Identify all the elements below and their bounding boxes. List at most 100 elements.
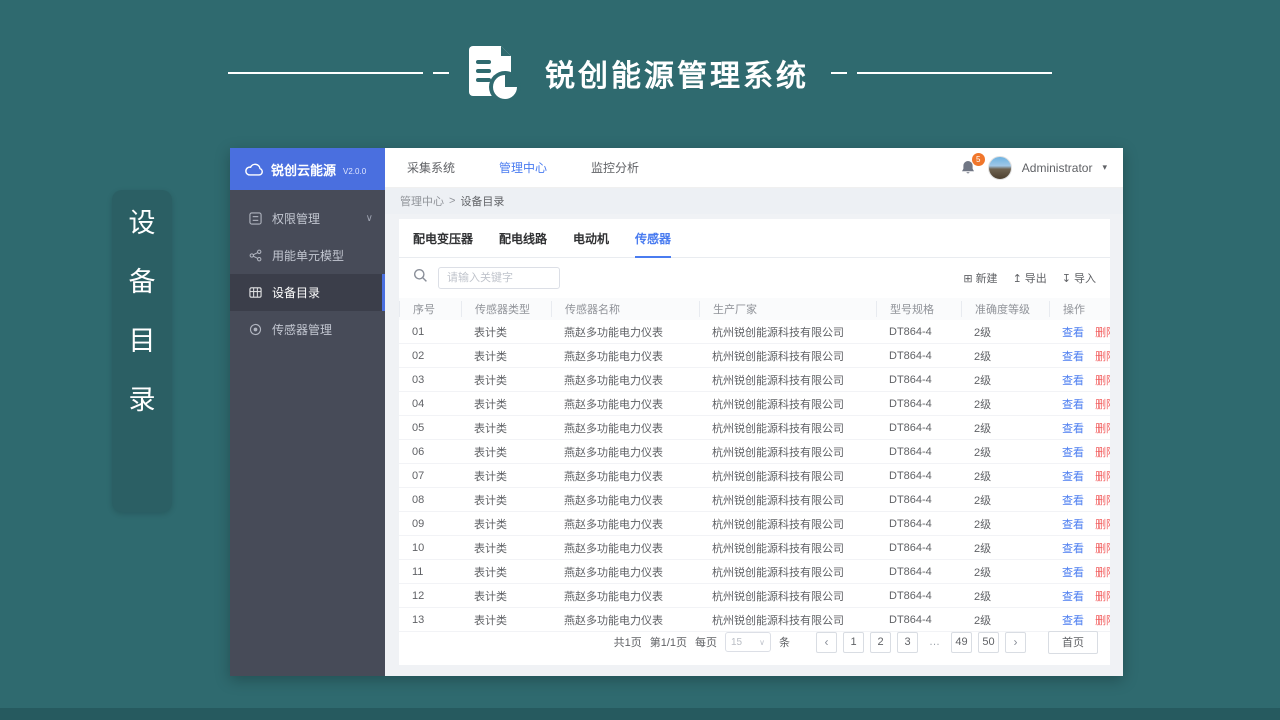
page-number-button[interactable]: 50 bbox=[978, 631, 999, 653]
cell-no: 10 bbox=[412, 541, 425, 554]
sidebar-item-permission[interactable]: 权限管理 ∨ bbox=[230, 200, 385, 237]
col-header-model: 型号规格 bbox=[876, 301, 961, 317]
delete-link[interactable]: 删除 bbox=[1095, 375, 1110, 387]
cell-model: DT864-4 bbox=[889, 349, 932, 362]
page-number-button[interactable]: 3 bbox=[897, 631, 918, 653]
main-area: 采集系统 管理中心 监控分析 5 Administrator ▾ 管理中心 > … bbox=[385, 148, 1123, 676]
delete-link[interactable]: 删除 bbox=[1095, 567, 1110, 579]
delete-link[interactable]: 删除 bbox=[1095, 423, 1110, 435]
cell-type: 表计类 bbox=[474, 422, 507, 435]
tab-distribution-line[interactable]: 配电线路 bbox=[499, 230, 547, 257]
user-name[interactable]: Administrator bbox=[1022, 161, 1093, 175]
cell-maker: 杭州锐创能源科技有限公司 bbox=[712, 542, 844, 555]
view-link[interactable]: 查看 bbox=[1062, 375, 1084, 387]
nav-item-manage-center[interactable]: 管理中心 bbox=[477, 148, 569, 188]
cell-no: 04 bbox=[412, 397, 425, 410]
view-link[interactable]: 查看 bbox=[1062, 327, 1084, 339]
view-link[interactable]: 查看 bbox=[1062, 471, 1084, 483]
cell-maker: 杭州锐创能源科技有限公司 bbox=[712, 446, 844, 459]
total-pages-text: 共1页 bbox=[613, 637, 642, 649]
search-input[interactable] bbox=[438, 267, 560, 289]
view-link[interactable]: 查看 bbox=[1062, 447, 1084, 459]
tag-char: 设 bbox=[128, 208, 156, 238]
view-link[interactable]: 查看 bbox=[1062, 567, 1084, 579]
tab-transformer[interactable]: 配电变压器 bbox=[413, 230, 473, 257]
nav-item-monitor-analysis[interactable]: 监控分析 bbox=[569, 148, 661, 188]
col-header-no: 序号 bbox=[399, 301, 461, 317]
cell-name: 燕赵多功能电力仪表 bbox=[564, 470, 663, 483]
notification-bell-icon[interactable]: 5 bbox=[960, 152, 985, 177]
delete-link[interactable]: 删除 bbox=[1095, 471, 1110, 483]
next-page-button[interactable]: › bbox=[1005, 631, 1026, 653]
prev-page-button[interactable]: ‹ bbox=[816, 631, 837, 653]
cell-no: 02 bbox=[412, 349, 425, 362]
import-button-label: 导入 bbox=[1074, 273, 1096, 285]
cell-actions: 查看 删除 bbox=[1049, 348, 1110, 364]
sidebar-item-sensor-management[interactable]: 传感器管理 bbox=[230, 311, 385, 348]
delete-link[interactable]: 删除 bbox=[1095, 447, 1110, 459]
table-row: 01 表计类 燕赵多功能电力仪表 杭州锐创能源科技有限公司 DT864-4 2级… bbox=[399, 320, 1110, 344]
view-link[interactable]: 查看 bbox=[1062, 351, 1084, 363]
cell-no: 11 bbox=[412, 565, 424, 578]
delete-link[interactable]: 删除 bbox=[1095, 519, 1110, 531]
view-link[interactable]: 查看 bbox=[1062, 423, 1084, 435]
content-card: 配电变压器 配电线路 电动机 传感器 ⊞ 新建 ↥ 导出 bbox=[399, 219, 1110, 665]
col-header-grade: 准确度等级 bbox=[961, 301, 1049, 317]
pager-ellipsis: … bbox=[924, 631, 945, 653]
import-button[interactable]: ↧ 导入 bbox=[1062, 270, 1096, 286]
delete-link[interactable]: 删除 bbox=[1095, 351, 1110, 363]
view-link[interactable]: 查看 bbox=[1062, 399, 1084, 411]
sidebar-item-device-catalog[interactable]: 设备目录 bbox=[230, 274, 385, 311]
delete-link[interactable]: 删除 bbox=[1095, 399, 1110, 411]
cell-type: 表计类 bbox=[474, 566, 507, 579]
cell-maker: 杭州锐创能源科技有限公司 bbox=[712, 374, 844, 387]
page-number-button[interactable]: 2 bbox=[870, 631, 891, 653]
first-page-button[interactable]: 首页 bbox=[1048, 630, 1098, 654]
export-button[interactable]: ↥ 导出 bbox=[1013, 270, 1047, 286]
cell-actions: 查看 删除 bbox=[1049, 372, 1110, 388]
table-row: 07 表计类 燕赵多功能电力仪表 杭州锐创能源科技有限公司 DT864-4 2级… bbox=[399, 464, 1110, 488]
delete-link[interactable]: 删除 bbox=[1095, 543, 1110, 555]
view-link[interactable]: 查看 bbox=[1062, 519, 1084, 531]
cell-actions: 查看 删除 bbox=[1049, 564, 1110, 580]
view-link[interactable]: 查看 bbox=[1062, 543, 1084, 555]
list-icon bbox=[248, 212, 262, 226]
new-button[interactable]: ⊞ 新建 bbox=[963, 270, 997, 286]
cell-model: DT864-4 bbox=[889, 541, 932, 554]
sidebar-item-energy-unit-model[interactable]: 用能单元模型 bbox=[230, 237, 385, 274]
table-row: 05 表计类 燕赵多功能电力仪表 杭州锐创能源科技有限公司 DT864-4 2级… bbox=[399, 416, 1110, 440]
avatar[interactable] bbox=[987, 155, 1012, 180]
cell-actions: 查看 删除 bbox=[1049, 588, 1110, 604]
cell-no: 12 bbox=[412, 589, 425, 602]
view-link[interactable]: 查看 bbox=[1062, 591, 1084, 603]
delete-link[interactable]: 删除 bbox=[1095, 591, 1110, 603]
cell-type: 表计类 bbox=[474, 374, 507, 387]
page-number-button[interactable]: 1 bbox=[843, 631, 864, 653]
user-dropdown-caret-icon[interactable]: ▾ bbox=[1102, 162, 1107, 173]
deco-line-right bbox=[831, 72, 1052, 74]
table-row: 09 表计类 燕赵多功能电力仪表 杭州锐创能源科技有限公司 DT864-4 2级… bbox=[399, 512, 1110, 536]
cell-type: 表计类 bbox=[474, 590, 507, 603]
cell-model: DT864-4 bbox=[889, 589, 932, 602]
sidebar-logo: 锐创云能源 V2.0.0 bbox=[230, 148, 385, 190]
cell-no: 09 bbox=[412, 517, 425, 530]
cell-grade: 2级 bbox=[974, 542, 992, 555]
cell-grade: 2级 bbox=[974, 422, 992, 435]
cell-name: 燕赵多功能电力仪表 bbox=[564, 326, 663, 339]
delete-link[interactable]: 删除 bbox=[1095, 495, 1110, 507]
view-link[interactable]: 查看 bbox=[1062, 495, 1084, 507]
cell-type: 表计类 bbox=[474, 350, 507, 363]
page-number-button[interactable]: 49 bbox=[951, 631, 972, 653]
cell-model: DT864-4 bbox=[889, 493, 932, 506]
page-size-select[interactable]: 15 ∨ bbox=[725, 632, 771, 652]
tab-bar: 配电变压器 配电线路 电动机 传感器 bbox=[399, 219, 1110, 258]
cell-name: 燕赵多功能电力仪表 bbox=[564, 398, 663, 411]
tab-sensor[interactable]: 传感器 bbox=[635, 230, 672, 258]
cell-type: 表计类 bbox=[474, 398, 507, 411]
tab-motor[interactable]: 电动机 bbox=[573, 230, 609, 257]
delete-link[interactable]: 删除 bbox=[1095, 327, 1110, 339]
nav-item-collect-system[interactable]: 采集系统 bbox=[385, 148, 477, 188]
cell-name: 燕赵多功能电力仪表 bbox=[564, 350, 663, 363]
chevron-down-icon: ∨ bbox=[365, 213, 373, 224]
breadcrumb-parent[interactable]: 管理中心 bbox=[400, 193, 444, 209]
